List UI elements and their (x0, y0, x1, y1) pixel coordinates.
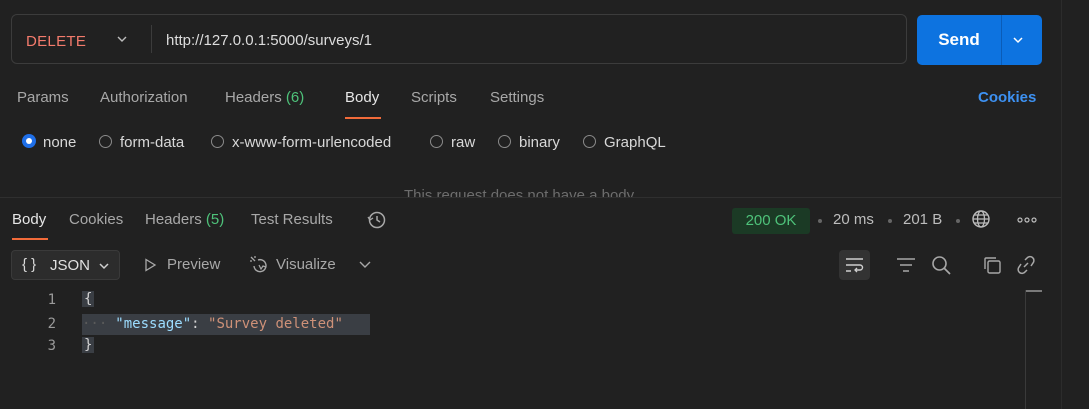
history-icon[interactable] (367, 210, 387, 230)
format-label: JSON (50, 257, 91, 274)
filter-icon[interactable] (896, 256, 916, 274)
json-line[interactable]: ··· "message": "Survey deleted" (82, 314, 370, 335)
json-value: "Survey deleted" (208, 316, 343, 332)
radio-graphql-label[interactable]: GraphQL (604, 134, 666, 151)
send-button[interactable]: Send (917, 15, 1001, 65)
response-tab-test-results[interactable]: Test Results (251, 211, 333, 228)
wrap-lines-icon (845, 256, 864, 274)
response-time[interactable]: 20 ms (833, 211, 874, 228)
separator-dot (818, 219, 822, 223)
chevron-down-icon[interactable] (1012, 34, 1024, 46)
response-tab-headers[interactable]: Headers (5) (145, 211, 224, 228)
json-colon: : (191, 316, 209, 332)
active-response-tab-indicator (12, 238, 48, 240)
chevron-down-icon[interactable] (116, 33, 128, 45)
globe-icon[interactable] (971, 209, 991, 229)
visualize-button[interactable]: Visualize (276, 256, 336, 273)
wrap-lines-button[interactable] (839, 250, 870, 280)
tab-settings[interactable]: Settings (490, 89, 544, 106)
divider (151, 25, 152, 53)
radio-none-label[interactable]: none (43, 134, 76, 151)
json-key: "message" (115, 316, 192, 332)
right-panel-border (1061, 0, 1062, 409)
cookies-link[interactable]: Cookies (978, 89, 1036, 106)
pane-divider[interactable] (0, 197, 1061, 198)
active-tab-indicator (345, 117, 381, 119)
radio-raw[interactable] (430, 135, 443, 148)
request-bar: DELETE http://127.0.0.1:5000/surveys/1 (11, 14, 907, 64)
radio-binary-label[interactable]: binary (519, 134, 560, 151)
format-select[interactable]: { } JSON (11, 250, 120, 280)
play-icon[interactable] (143, 258, 157, 272)
tab-headers[interactable]: Headers (6) (225, 89, 304, 106)
braces-icon: { } (22, 256, 37, 273)
brace: } (84, 337, 93, 353)
brace: { (84, 291, 93, 307)
scrollbar-track[interactable] (1025, 290, 1026, 409)
headers-count: (6) (285, 89, 305, 106)
send-button-group: Send (917, 15, 1042, 65)
chevron-down-icon (98, 260, 110, 272)
url-input[interactable]: http://127.0.0.1:5000/surveys/1 (166, 32, 372, 49)
radio-raw-label[interactable]: raw (451, 134, 475, 151)
divider (1001, 15, 1002, 65)
method-select[interactable]: DELETE (26, 33, 86, 50)
link-icon[interactable] (1016, 255, 1036, 275)
visualize-icon[interactable] (248, 254, 270, 276)
status-badge[interactable]: 200 OK (732, 208, 810, 234)
more-horizontal-icon[interactable] (1017, 216, 1037, 224)
radio-binary[interactable] (498, 135, 511, 148)
response-tab-body[interactable]: Body (12, 211, 46, 228)
chevron-down-icon[interactable] (358, 259, 372, 271)
response-tab-cookies[interactable]: Cookies (69, 211, 123, 228)
line-number: 1 (47, 292, 56, 308)
radio-urlencoded-label[interactable]: x-www-form-urlencoded (232, 134, 391, 151)
radio-urlencoded[interactable] (211, 135, 224, 148)
search-icon[interactable] (931, 255, 951, 275)
tab-params[interactable]: Params (17, 89, 69, 106)
response-tab-headers-label: Headers (145, 211, 202, 228)
scrollbar-thumb[interactable] (1026, 290, 1042, 292)
tab-body[interactable]: Body (345, 89, 379, 106)
separator-dot (888, 219, 892, 223)
response-headers-count: (5) (205, 211, 225, 228)
separator-dot (956, 219, 960, 223)
json-open-brace[interactable]: { (82, 291, 95, 307)
json-close-brace[interactable]: } (82, 337, 95, 353)
panel-cover (0, 197, 1061, 209)
radio-form-data-label[interactable]: form-data (120, 134, 184, 151)
tab-authorization[interactable]: Authorization (100, 89, 188, 106)
line-number: 2 (47, 316, 56, 332)
copy-icon[interactable] (983, 256, 1002, 275)
radio-graphql[interactable] (583, 135, 596, 148)
tab-scripts[interactable]: Scripts (411, 89, 457, 106)
radio-form-data[interactable] (99, 135, 112, 148)
indent-guide: ··· (82, 316, 108, 332)
preview-button[interactable]: Preview (167, 256, 220, 273)
response-size[interactable]: 201 B (903, 211, 942, 228)
tab-headers-label: Headers (225, 89, 282, 106)
radio-none[interactable] (22, 134, 36, 148)
line-number: 3 (47, 338, 56, 354)
